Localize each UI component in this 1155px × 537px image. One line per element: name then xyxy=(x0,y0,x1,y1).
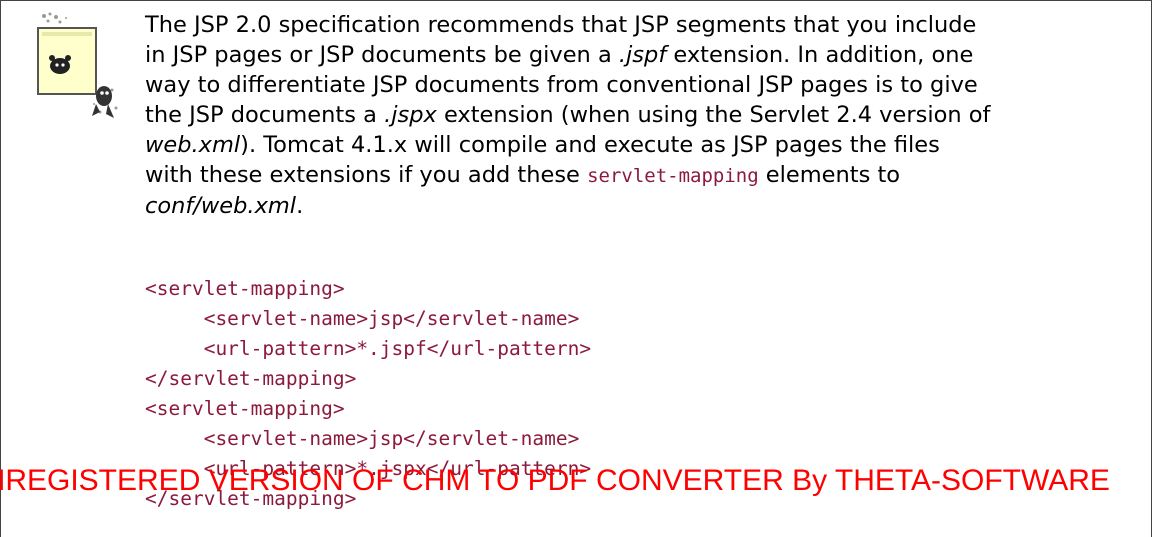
paragraph-line: in JSP pages or JSP documents be given a… xyxy=(145,40,1130,70)
paragraph-line: way to differentiate JSP documents from … xyxy=(145,70,1130,100)
code-line: <servlet-mapping> xyxy=(145,277,345,300)
note-paragraph: The JSP 2.0 specification recommends tha… xyxy=(145,10,1130,221)
paragraph-text: extension (when using the Servlet 2.4 ve… xyxy=(436,102,991,128)
paragraph-line: conf/web.xml. xyxy=(145,191,1130,221)
code-line: <servlet-name>jsp</servlet-name> xyxy=(145,307,580,330)
paragraph-line: with these extensions if you add these s… xyxy=(145,160,1130,191)
paragraph-text: ). Tomcat 4.1.x will compile and execute… xyxy=(240,132,940,158)
paragraph-text: elements to xyxy=(758,162,901,188)
jspx-extension: .jspx xyxy=(384,102,437,128)
paragraph-line: The JSP 2.0 specification recommends tha… xyxy=(145,10,1130,40)
note-icon xyxy=(37,12,118,118)
jspf-extension: .jspf xyxy=(618,42,667,68)
paragraph-text: with these extensions if you add these xyxy=(145,162,588,188)
note-border-top xyxy=(0,0,1151,1)
watermark-text: UNREGISTERED VERSION OF CHM TO PDF CONVE… xyxy=(0,464,1110,497)
paragraph-text: . xyxy=(296,193,304,219)
code-line: <url-pattern>*.jspf</url-pattern> xyxy=(145,337,592,360)
paragraph-text: extension. In addition, one xyxy=(666,42,974,68)
paragraph-text: in JSP pages or JSP documents be given a xyxy=(145,42,619,68)
servlet-mapping-inline-code: servlet-mapping xyxy=(587,165,759,187)
code-line: <servlet-name>jsp</servlet-name> xyxy=(145,427,580,450)
paragraph-line: web.xml). Tomcat 4.1.x will compile and … xyxy=(145,130,1130,160)
paragraph-text: way to differentiate JSP documents from … xyxy=(145,72,978,98)
code-line: </servlet-mapping> xyxy=(145,367,357,390)
paragraph-line: the JSP documents a .jspx extension (whe… xyxy=(145,100,1130,130)
web-xml-filename: web.xml xyxy=(145,132,241,158)
note-border-left xyxy=(0,0,1,537)
code-line: <servlet-mapping> xyxy=(145,397,345,420)
paragraph-text: the JSP documents a xyxy=(145,102,385,128)
paragraph-text: The JSP 2.0 specification recommends tha… xyxy=(145,12,977,38)
conf-web-xml-filename: conf/web.xml xyxy=(145,193,297,219)
note-border-right xyxy=(1151,0,1152,537)
note-box: The JSP 2.0 specification recommends tha… xyxy=(0,0,1155,537)
